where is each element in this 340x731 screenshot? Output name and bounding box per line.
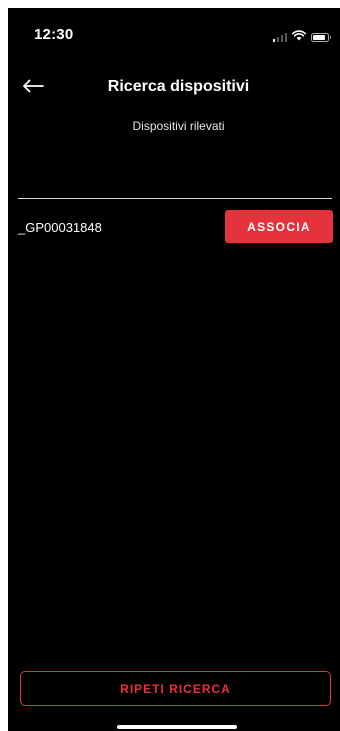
- app-screen: 12:30 Ricerca dispositivi Dispositivi ri…: [8, 8, 340, 731]
- status-bar: 12:30: [8, 8, 340, 54]
- signal-icon: [272, 32, 287, 42]
- pair-device-button[interactable]: ASSOCIA: [225, 210, 333, 243]
- section-subtitle: Dispositivi rilevati: [132, 119, 225, 133]
- device-name: _GP00031848: [18, 220, 102, 235]
- wifi-icon: [292, 28, 306, 46]
- page-title: Ricerca dispositivi: [107, 78, 250, 95]
- home-indicator: [117, 725, 237, 729]
- status-icons: [272, 28, 331, 46]
- divider: [18, 198, 332, 199]
- battery-icon: [311, 32, 331, 42]
- retry-search-button[interactable]: RIPETI RICERCA: [20, 671, 331, 706]
- device-list-item: _GP00031848 ASSOCIA: [8, 210, 340, 246]
- status-time: 12:30: [34, 26, 74, 43]
